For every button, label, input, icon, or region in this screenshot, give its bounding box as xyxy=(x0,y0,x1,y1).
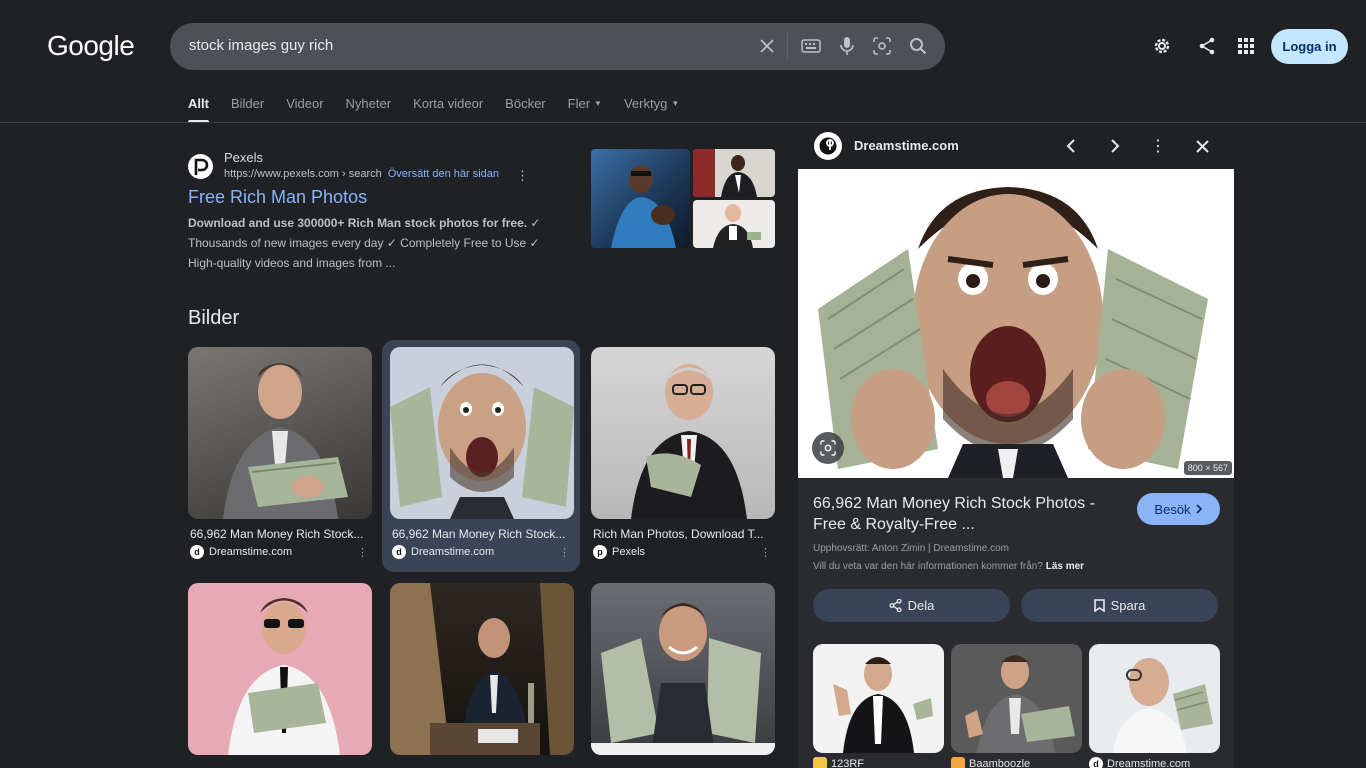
apps-icon[interactable] xyxy=(1234,34,1258,58)
panel-title[interactable]: 66,962 Man Money Rich Stock Photos - Fre… xyxy=(813,493,1123,535)
result-snippet: Download and use 300000+ Rich Man stock … xyxy=(188,216,541,270)
next-icon[interactable] xyxy=(1104,135,1126,157)
image-thumbnail[interactable] xyxy=(390,347,574,519)
image-caption[interactable]: Rich Man Photos, Download T... xyxy=(591,527,771,541)
caret-down-icon: ▼ xyxy=(594,99,602,108)
share-icon[interactable] xyxy=(1195,34,1219,58)
tab-allt[interactable]: Allt xyxy=(188,96,209,123)
more-options-icon[interactable]: ⋮ xyxy=(357,546,368,559)
related-source[interactable]: d Dreamstime.com xyxy=(1089,757,1190,768)
image-preview-panel: Dreamstime.com ⋮ 800 × 567 66,962 Man Mo… xyxy=(798,123,1234,768)
search-icon[interactable] xyxy=(907,35,929,57)
keyboard-icon[interactable] xyxy=(800,35,822,57)
123rf-favicon xyxy=(813,757,827,768)
copyright-text: Upphovsrätt: Anton Zimin | Dreamstime.co… xyxy=(813,543,1009,554)
image-thumbnail[interactable] xyxy=(390,583,574,755)
image-card[interactable] xyxy=(390,583,574,755)
dreamstime-favicon: d xyxy=(190,545,204,559)
image-caption[interactable]: 66,962 Man Money Rich Stock... xyxy=(390,527,570,541)
clear-icon[interactable] xyxy=(756,35,778,57)
related-image[interactable] xyxy=(951,644,1082,753)
image-card[interactable]: 66,962 Man Money Rich Stock... d Dreamsti… xyxy=(188,347,372,559)
related-image[interactable] xyxy=(813,644,944,753)
image-card[interactable] xyxy=(188,583,372,755)
image-thumbnail[interactable] xyxy=(591,347,775,519)
dreamstime-favicon: d xyxy=(1089,757,1103,768)
image-source[interactable]: d Dreamstime.com ⋮ xyxy=(188,545,372,559)
tab-videor[interactable]: Videor xyxy=(286,96,323,123)
image-card[interactable]: Rich Man Photos, Download T... p Pexels ⋮ xyxy=(591,347,775,559)
tab-bocker[interactable]: Böcker xyxy=(505,96,545,123)
lens-icon[interactable] xyxy=(871,35,893,57)
mic-icon[interactable] xyxy=(836,35,858,57)
image-source[interactable]: p Pexels ⋮ xyxy=(591,545,775,559)
image-dimensions: 800 × 567 xyxy=(1183,461,1232,475)
save-button[interactable]: Spara xyxy=(1021,589,1218,622)
previous-icon[interactable] xyxy=(1060,135,1082,157)
preview-image[interactable]: 800 × 567 xyxy=(798,169,1234,478)
pexels-favicon: p xyxy=(593,545,607,559)
share-icon xyxy=(889,599,902,612)
image-thumbnail[interactable] xyxy=(188,583,372,755)
related-source[interactable]: 123RF xyxy=(813,757,864,768)
result-thumbnail[interactable] xyxy=(693,200,775,248)
panel-site-name[interactable]: Dreamstime.com xyxy=(854,138,959,153)
more-options-icon[interactable]: ⋮ xyxy=(760,546,771,559)
image-thumbnail[interactable] xyxy=(591,583,775,755)
more-options-icon[interactable]: ⋮ xyxy=(559,546,570,559)
close-icon[interactable] xyxy=(1191,135,1213,157)
caret-down-icon: ▼ xyxy=(671,99,680,108)
visit-button[interactable]: Besök xyxy=(1137,493,1220,525)
baamboozle-favicon xyxy=(951,757,965,768)
source-info-text: Vill du veta var den här informationen k… xyxy=(813,561,1085,572)
tab-korta-videor[interactable]: Korta videor xyxy=(413,96,483,123)
more-options-icon[interactable]: ⋮ xyxy=(1147,135,1169,157)
page: Google stock images guy rich Logga in Al… xyxy=(0,0,1366,768)
tab-nyheter[interactable]: Nyheter xyxy=(346,96,392,123)
search-separator xyxy=(787,33,788,60)
read-more-link[interactable]: Läs mer xyxy=(1046,561,1084,572)
tab-fler[interactable]: Fler ▼ xyxy=(568,96,602,123)
image-card[interactable] xyxy=(591,583,775,755)
login-button[interactable]: Logga in xyxy=(1271,29,1348,64)
image-card-selected[interactable]: 66,962 Man Money Rich Stock... d Dreamsti… xyxy=(390,347,574,559)
result-thumbnail[interactable] xyxy=(591,149,690,248)
tab-bilder[interactable]: Bilder xyxy=(231,96,264,123)
pexels-favicon[interactable] xyxy=(188,154,213,179)
result-title-link[interactable]: Free Rich Man Photos xyxy=(188,187,367,208)
panel-header: Dreamstime.com ⋮ xyxy=(798,123,1234,169)
related-source[interactable]: Baamboozle xyxy=(951,757,1030,768)
chevron-right-icon xyxy=(1195,504,1202,514)
images-heading: Bilder xyxy=(188,307,240,329)
result-more-icon[interactable]: ⋮ xyxy=(516,168,529,184)
translate-link[interactable]: Översätt den här sidan xyxy=(388,168,499,180)
result-thumbnails[interactable] xyxy=(591,149,775,248)
settings-icon[interactable] xyxy=(1150,34,1174,58)
result-url[interactable]: https://www.pexels.com › search Översätt … xyxy=(224,168,499,180)
lens-search-icon[interactable] xyxy=(812,432,844,464)
bookmark-icon xyxy=(1093,599,1105,612)
tab-verktyg[interactable]: Verktyg ▼ xyxy=(624,96,679,123)
related-image[interactable] xyxy=(1089,644,1220,753)
share-button[interactable]: Dela xyxy=(813,589,1010,622)
search-input[interactable]: stock images guy rich xyxy=(189,37,333,54)
result-thumbnail[interactable] xyxy=(693,149,775,197)
google-logo[interactable]: Google xyxy=(47,30,135,62)
image-thumbnail[interactable] xyxy=(188,347,372,519)
search-box[interactable]: stock images guy rich xyxy=(170,23,945,70)
result-site-name[interactable]: Pexels xyxy=(224,150,263,165)
dreamstime-favicon: d xyxy=(392,545,406,559)
image-caption[interactable]: 66,962 Man Money Rich Stock... xyxy=(188,527,368,541)
search-tabs: Allt Bilder Videor Nyheter Korta videor … xyxy=(188,96,701,123)
dreamstime-favicon[interactable] xyxy=(814,132,842,160)
image-source[interactable]: d Dreamstime.com ⋮ xyxy=(390,545,574,559)
